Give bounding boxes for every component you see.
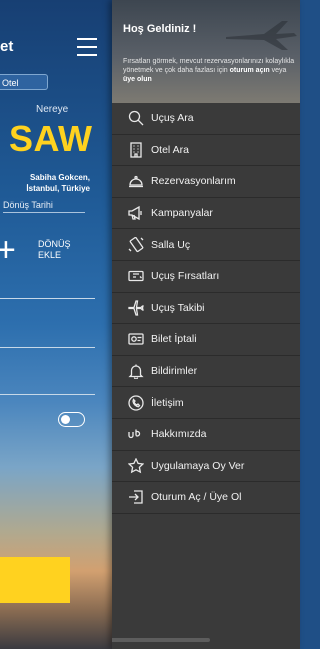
menu-item-login[interactable]: Oturum Aç / Üye Ol xyxy=(112,482,300,514)
menu-item-label: Uçuş Takibi xyxy=(151,301,205,314)
add-return-button[interactable]: DÖNÜŞ EKLE xyxy=(38,239,71,261)
menu-item-shake-fly[interactable]: Salla Uç xyxy=(112,229,300,261)
return-date-field[interactable]: Dönüş Tarihi xyxy=(3,200,85,213)
hamburger-menu-icon[interactable] xyxy=(77,38,97,56)
menu-item-label: Uçuş Ara xyxy=(151,112,194,125)
search-flights-button[interactable] xyxy=(0,557,70,603)
login-link[interactable]: oturum açın xyxy=(230,67,270,74)
welcome-intro: Fırsatları görmek, mevcut rezervasyonlar… xyxy=(123,57,295,84)
background-app: et Otel Nereye SAW Sabiha Gokcen, İstanb… xyxy=(0,0,112,649)
menu-item-rate-app[interactable]: Uygulamaya Oy Ver xyxy=(112,451,300,483)
star-icon xyxy=(127,457,145,475)
menu-item-flight-deals[interactable]: Uçuş Fırsatları xyxy=(112,261,300,293)
home-indicator xyxy=(112,638,210,642)
ticket-cancel-icon xyxy=(127,330,145,348)
side-drawer: Hoş Geldiniz ! Fırsatları görmek, mevcut… xyxy=(112,0,300,649)
menu-item-ticket-cancel[interactable]: Bilet İptali xyxy=(112,324,300,356)
divider xyxy=(0,298,95,299)
destination-code[interactable]: SAW xyxy=(9,118,93,160)
menu-item-label: Hakkımızda xyxy=(151,428,207,441)
search-icon xyxy=(127,109,145,127)
app-logo: et xyxy=(0,38,14,55)
menu-item-campaigns[interactable]: Kampanyalar xyxy=(112,198,300,230)
intro-or: veya xyxy=(271,67,287,74)
add-return-plus-icon[interactable]: + xyxy=(0,233,16,267)
menu-item-notifications[interactable]: Bildirimler xyxy=(112,356,300,388)
drawer-menu: Uçuş Ara Otel Ara Rezervasyonlarım Kampa… xyxy=(112,103,300,514)
shake-phone-icon xyxy=(127,236,145,254)
bell-icon xyxy=(127,362,145,380)
signup-link[interactable]: üye olun xyxy=(123,76,152,83)
phone-icon xyxy=(127,394,145,412)
toggle-switch[interactable] xyxy=(58,412,85,427)
welcome-title: Hoş Geldiniz ! xyxy=(123,23,197,35)
menu-item-label: Salla Uç xyxy=(151,238,191,251)
menu-item-label: Uygulamaya Oy Ver xyxy=(151,459,245,472)
ticket-icon xyxy=(127,267,145,285)
destination-airport: Sabiha Gokcen, İstanbul, Türkiye xyxy=(0,172,90,194)
divider xyxy=(0,394,95,395)
login-icon xyxy=(127,488,145,506)
destination-city: İstanbul, Türkiye xyxy=(26,184,90,193)
menu-item-label: Oturum Aç / Üye Ol xyxy=(151,491,242,504)
cloche-icon xyxy=(127,172,145,190)
destination-airport-name: Sabiha Gokcen, xyxy=(29,173,90,182)
menu-item-search-flights[interactable]: Uçuş Ara xyxy=(112,103,300,135)
add-return-line1: DÖNÜŞ xyxy=(38,239,71,249)
building-icon xyxy=(127,141,145,159)
add-return-line2: EKLE xyxy=(38,250,62,260)
plane-icon xyxy=(127,299,145,317)
menu-item-label: İletişim xyxy=(151,396,184,409)
menu-item-reservations[interactable]: Rezervasyonlarım xyxy=(112,166,300,198)
menu-item-about[interactable]: Hakkımızda xyxy=(112,419,300,451)
menu-item-label: Bilet İptali xyxy=(151,333,197,346)
brand-icon xyxy=(127,425,145,443)
tab-hotel[interactable]: Otel xyxy=(0,74,48,90)
airplane-silhouette-icon xyxy=(226,21,297,50)
menu-item-label: Rezervasyonlarım xyxy=(151,175,236,188)
menu-item-label: Bildirimler xyxy=(151,365,198,378)
menu-item-label: Uçuş Fırsatları xyxy=(151,270,220,283)
menu-item-search-hotels[interactable]: Otel Ara xyxy=(112,135,300,167)
menu-item-label: Otel Ara xyxy=(151,143,189,156)
divider xyxy=(0,347,95,348)
megaphone-icon xyxy=(127,204,145,222)
destination-label: Nereye xyxy=(36,104,69,115)
menu-item-flight-tracking[interactable]: Uçuş Takibi xyxy=(112,293,300,325)
menu-item-label: Kampanyalar xyxy=(151,207,213,220)
drawer-header: Hoş Geldiniz ! Fırsatları görmek, mevcut… xyxy=(112,0,300,103)
menu-item-contact[interactable]: İletişim xyxy=(112,387,300,419)
